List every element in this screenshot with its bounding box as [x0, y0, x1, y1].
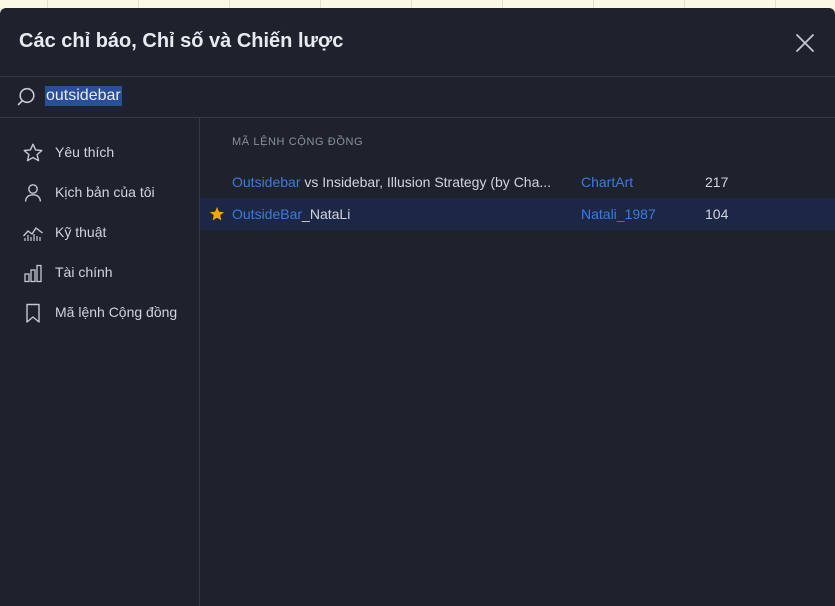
script-name-match: OutsideBar: [232, 206, 303, 222]
script-name-rest: vs Insidebar, Illusion Strategy (by Cha.…: [300, 174, 552, 190]
search-input[interactable]: [44, 84, 548, 108]
search-bar: outsidebar: [0, 77, 835, 118]
sidebar-item-label: Tài chính: [55, 264, 113, 280]
sidebar-item-financials[interactable]: Tài chính: [0, 252, 199, 292]
star-outline-icon: [23, 143, 43, 162]
sidebar-item-label: Kịch bản của tôi: [55, 184, 155, 200]
search-icon: [17, 87, 35, 106]
author-link[interactable]: Natali_1987: [581, 206, 656, 222]
bookmark-icon: [26, 303, 40, 323]
result-row[interactable]: Outsidebar vs Insidebar, Illusion Strate…: [200, 166, 835, 198]
likes-count: 217: [705, 174, 729, 190]
sidebar-item-technicals[interactable]: Kỹ thuật: [0, 212, 199, 252]
favorite-star-icon[interactable]: [209, 206, 225, 222]
author-link[interactable]: ChartArt: [581, 174, 633, 190]
user-icon: [24, 184, 42, 202]
script-name-rest: _NataLi: [302, 206, 351, 222]
results-panel: MÃ LỆNH CỘNG ĐỒNG Outsidebar vs Insideba…: [200, 118, 835, 606]
script-name[interactable]: Outsidebar vs Insidebar, Illusion Strate…: [232, 174, 562, 190]
chart-line-icon: [22, 227, 43, 241]
indicators-dialog: Các chỉ báo, Chỉ số và Chiến lược outsid…: [0, 8, 835, 606]
dialog-title: Các chỉ báo, Chỉ số và Chiến lược: [19, 30, 344, 52]
script-name-match: Outsidebar: [232, 174, 301, 190]
close-icon: [796, 34, 814, 52]
close-button[interactable]: [792, 30, 818, 56]
section-header: MÃ LỆNH CỘNG ĐỒNG: [232, 136, 364, 148]
sidebar-item-favorites[interactable]: Yêu thích: [0, 132, 199, 172]
sidebar-item-label: Yêu thích: [55, 144, 115, 160]
sidebar-item-label: Mã lệnh Cộng đồng: [55, 304, 178, 320]
script-name[interactable]: OutsideBar_NataLi: [232, 206, 562, 222]
category-sidebar: Yêu thích Kịch bản của tôi Kỹ thuật Tài …: [0, 118, 200, 606]
sidebar-item-my-scripts[interactable]: Kịch bản của tôi: [0, 172, 199, 212]
dialog-header: Các chỉ báo, Chỉ số và Chiến lược: [0, 8, 835, 77]
bar-chart-icon: [24, 264, 42, 283]
result-row[interactable]: OutsideBar_NataLi Natali_1987 104: [200, 198, 835, 230]
sidebar-item-community-scripts[interactable]: Mã lệnh Cộng đồng: [0, 292, 199, 332]
likes-count: 104: [705, 206, 729, 222]
sidebar-item-label: Kỹ thuật: [55, 224, 107, 240]
